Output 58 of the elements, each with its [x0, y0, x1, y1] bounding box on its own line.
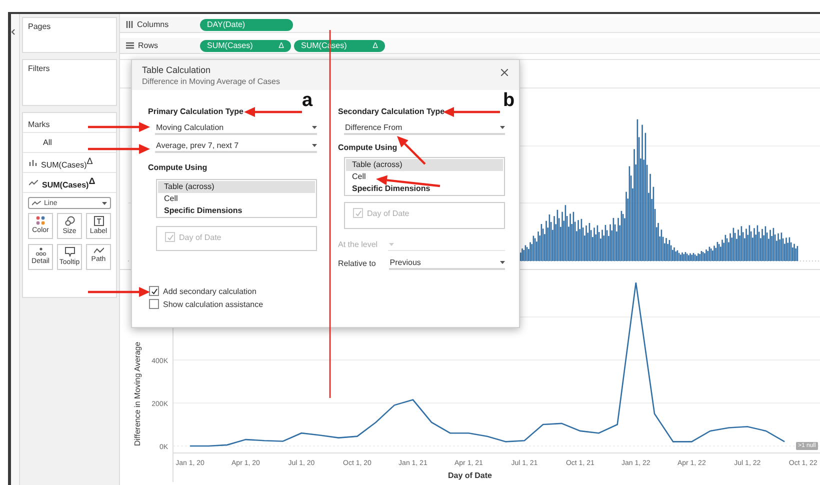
- card-title: Pages: [28, 22, 52, 31]
- dropdown[interactable]: Difference From: [344, 122, 505, 135]
- rows-icon: [126, 42, 134, 49]
- card-title: Marks: [28, 120, 50, 129]
- axis-title: Day of Date: [448, 471, 492, 480]
- field-label: At the level: [338, 240, 378, 249]
- dialog-subtitle: Difference in Moving Average of Cases: [142, 77, 280, 86]
- caret-icon: [312, 126, 317, 129]
- annotation-arrow: [244, 107, 302, 117]
- caret-icon: [388, 242, 394, 246]
- wave-icon: [94, 247, 104, 254]
- checkbox-label: Day of Date: [367, 208, 410, 218]
- checkbox[interactable]: [149, 299, 159, 309]
- annotation-letter: a: [302, 91, 313, 110]
- checkbox[interactable]: [149, 286, 159, 296]
- line-chart-icon: [32, 200, 41, 206]
- dropdown[interactable]: Moving Calculation: [155, 122, 317, 135]
- line-chart-icon: [29, 180, 38, 186]
- annotation-arrow: [88, 144, 150, 154]
- dropdown[interactable]: Previous: [388, 257, 505, 270]
- dropdown[interactable]: Average, prev 7, next 7: [155, 140, 317, 153]
- dialog-title: Table Calculation: [142, 65, 212, 75]
- section-heading: Compute Using: [148, 163, 208, 172]
- section-heading: Secondary Calculation Type: [338, 107, 445, 116]
- annotation-arrow: [443, 107, 500, 117]
- columns-icon: [126, 21, 133, 28]
- caret-icon: [102, 202, 107, 204]
- checkbox-label: Add secondary calculation: [163, 286, 256, 296]
- list-option[interactable]: Specific Dimensions: [346, 183, 503, 195]
- chevron-icon: [11, 29, 15, 35]
- checkbox-label: Show calculation assistance: [163, 300, 264, 308]
- list-option[interactable]: Table (across): [158, 181, 315, 193]
- close-icon[interactable]: [501, 69, 508, 76]
- shapes-icon: [64, 216, 74, 226]
- section-heading: Compute Using: [338, 143, 398, 152]
- annotation-arrow: [88, 287, 150, 297]
- annotation-letter: b: [503, 91, 515, 110]
- checkbox-label: Day of Date: [179, 232, 222, 242]
- axis-title: Difference in Moving Average: [133, 342, 142, 446]
- section-heading: Primary Calculation Type: [148, 107, 244, 116]
- card-title: Filters: [28, 64, 51, 73]
- caret-icon: [312, 144, 317, 147]
- dots-cluster-icon: [36, 247, 46, 256]
- annotation-arrow: [88, 122, 150, 132]
- marks-card-item[interactable]: All: [43, 138, 52, 147]
- field-label: Relative to: [338, 259, 376, 268]
- list-option[interactable]: Cell: [346, 171, 503, 183]
- list-option[interactable]: Specific Dimensions: [158, 205, 315, 217]
- shelf-label: Rows: [138, 41, 158, 50]
- speech-bubble-icon: [64, 247, 74, 257]
- caret-icon: [500, 261, 505, 264]
- caret-icon: [500, 126, 505, 129]
- shelf-label: Columns: [137, 20, 169, 29]
- bar-chart-icon: [29, 159, 37, 166]
- list-option[interactable]: Table (across): [346, 159, 503, 171]
- text-box-icon: [94, 216, 104, 226]
- list-option[interactable]: Cell: [158, 193, 315, 205]
- dots-icon: [36, 216, 45, 225]
